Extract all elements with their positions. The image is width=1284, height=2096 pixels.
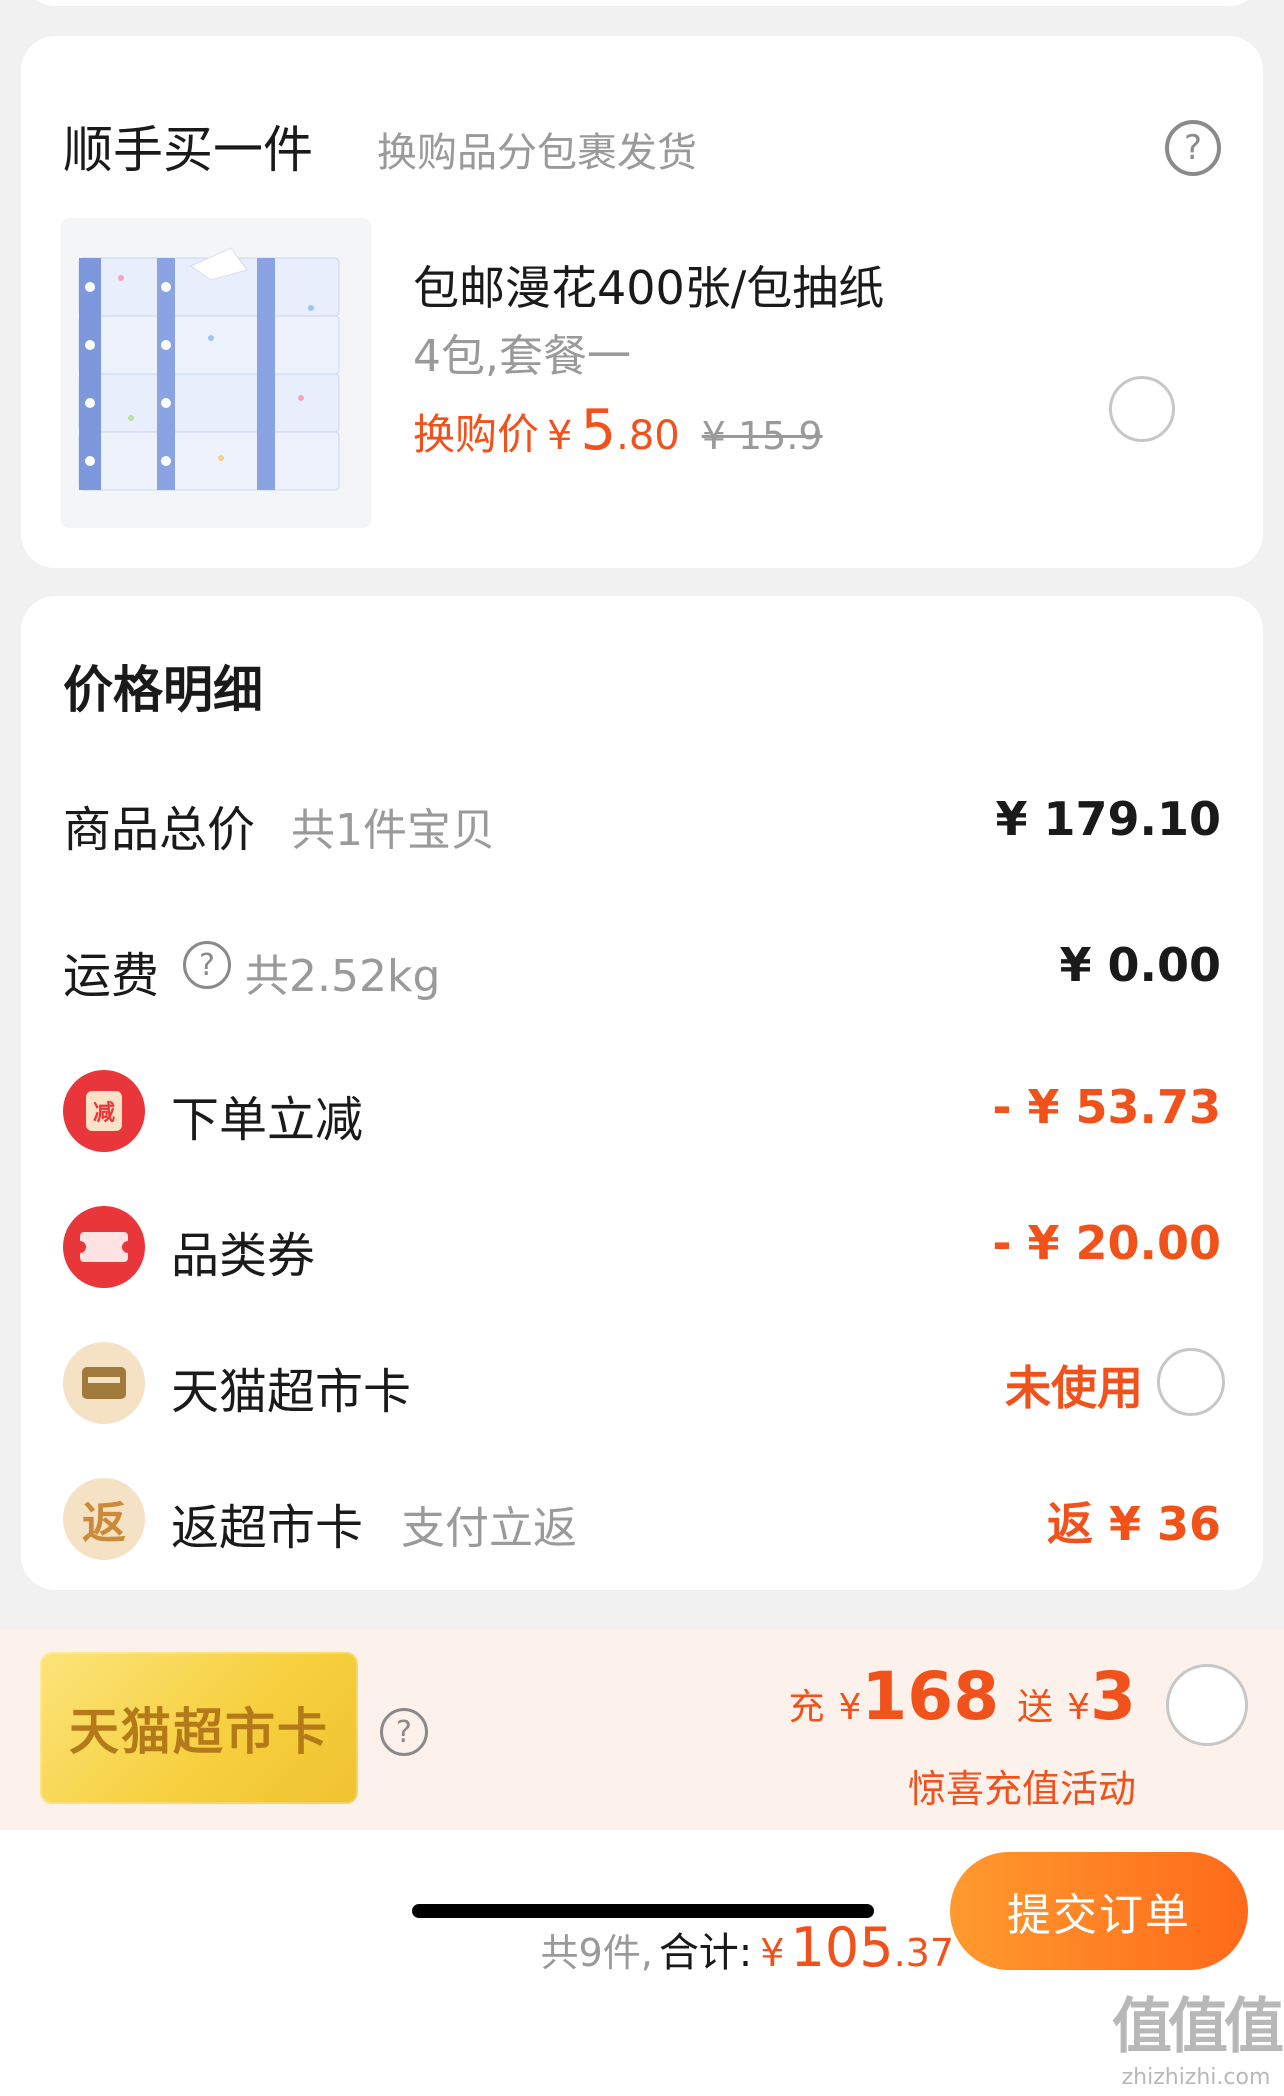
checkout-bar: 共9件, 合计: ¥ 105 .37 提交订单 — [0, 1830, 1284, 2096]
price-currency: ¥ — [547, 413, 573, 459]
product-price: 换购价 ¥ 5 .80 ¥ 15.9 — [413, 398, 823, 463]
tmall-card-label: 天猫超市卡 — [171, 1364, 412, 1420]
charge-label: 充 — [788, 1687, 825, 1728]
charge-amount: 168 — [861, 1658, 1000, 1735]
category-coupon-value[interactable]: - ¥ 20.00 — [992, 1216, 1221, 1270]
promo-activity-label[interactable]: 惊喜充值活动 — [908, 1758, 1136, 1813]
goods-total-value: ¥ 179.10 — [995, 792, 1221, 846]
product-spec: 4包,套餐一 — [413, 331, 631, 382]
tmall-card-radio[interactable] — [1157, 1348, 1225, 1416]
watermark-site: zhizhizhi.com — [1121, 2065, 1271, 2090]
original-price: ¥ 15.9 — [701, 414, 823, 458]
question-circle-icon[interactable]: ? — [380, 1708, 428, 1756]
tmall-card-text: 天猫超市卡 — [69, 1703, 329, 1761]
card-icon — [63, 1342, 145, 1424]
submit-order-button[interactable]: 提交订单 — [950, 1852, 1248, 1970]
watermark: 值值值 zhizhizhi.com — [1112, 1978, 1284, 2090]
recharge-promo-banner: 天猫超市卡 ? 充 ¥ 168 送 ¥ 3 惊喜充值活动 — [0, 1630, 1284, 1830]
total-currency: ¥ — [760, 1931, 785, 1975]
question-circle-icon[interactable]: ? — [1165, 120, 1221, 176]
recharge-offer: 充 ¥ 168 送 ¥ 3 — [788, 1658, 1136, 1735]
rebate-card-value: 返 ¥ 36 — [1046, 1497, 1221, 1551]
price-label: 换购价 — [413, 410, 540, 459]
total-integer: 105 — [790, 1916, 894, 1979]
rebate-card-sub: 支付立返 — [401, 1503, 577, 1554]
shipping-value: ¥ 0.00 — [1059, 938, 1221, 992]
item-count: 共9件, — [540, 1931, 653, 1975]
product-name[interactable]: 包邮漫花400张/包抽纸 — [413, 252, 884, 318]
discount-tag-icon: 减 — [63, 1070, 145, 1152]
previous-card-edge — [21, 0, 1263, 6]
goods-total-label: 商品总价 — [63, 802, 256, 858]
tissue-pack-icon — [61, 218, 371, 528]
instant-discount-label: 下单立减 — [171, 1092, 364, 1148]
gift-currency: ¥ — [1067, 1687, 1091, 1728]
total-decimal: .37 — [893, 1931, 954, 1975]
gift-amount: 3 — [1090, 1658, 1136, 1735]
addon-title: 顺手买一件 — [63, 121, 313, 179]
price-detail-card: 价格明细 商品总价 共1件宝贝 ¥ 179.10 运费 ? 共2.52kg ¥ … — [21, 596, 1263, 1590]
category-coupon-label[interactable]: 品类券 — [171, 1216, 315, 1286]
rebate-card-label: 返超市卡 — [171, 1500, 364, 1556]
shipping-weight: 共2.52kg — [245, 951, 441, 1002]
instant-discount-value: - ¥ 53.73 — [992, 1080, 1221, 1134]
order-summary: 共9件, 合计: ¥ 105 .37 — [541, 1916, 954, 1979]
question-circle-icon[interactable]: ? — [183, 941, 231, 989]
total-label: 合计: — [658, 1930, 753, 1976]
product-image[interactable] — [61, 218, 371, 528]
addon-subtitle: 换购品分包裹发货 — [377, 130, 697, 176]
charge-currency: ¥ — [838, 1687, 862, 1728]
price-integer: 5 — [580, 398, 617, 463]
coupon-icon — [63, 1206, 145, 1288]
price-decimal: .80 — [616, 413, 680, 459]
home-indicator[interactable] — [412, 1904, 874, 1918]
price-detail-title: 价格明细 — [63, 661, 263, 719]
recharge-select-radio[interactable] — [1166, 1664, 1248, 1746]
watermark-logo: 值值值 — [1112, 1992, 1284, 2062]
tmall-card-image: 天猫超市卡 — [40, 1652, 358, 1804]
addon-purchase-card: 顺手买一件 换购品分包裹发货 ? 包邮漫花400张/包抽纸 4包,套餐一 换购价… — [21, 36, 1263, 568]
gift-label: 送 — [1017, 1687, 1054, 1728]
shipping-label: 运费 — [63, 948, 160, 1004]
goods-count: 共1件宝贝 — [291, 805, 495, 856]
rebate-icon: 返 — [63, 1478, 145, 1560]
addon-select-radio[interactable] — [1109, 376, 1175, 442]
tmall-card-status: 未使用 — [1005, 1361, 1143, 1415]
